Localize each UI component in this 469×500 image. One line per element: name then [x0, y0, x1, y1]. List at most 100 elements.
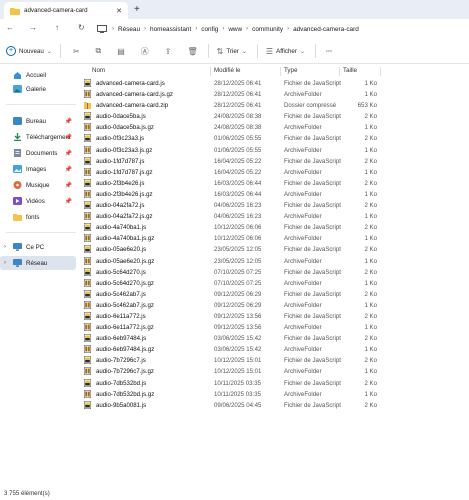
table-row[interactable]: audio-2f3b4e26.js 16/03/2025 06:44 Fichier…: [80, 178, 469, 189]
table-row[interactable]: audio-7b7296c7.js 10/12/2025 15:01 Fichier…: [80, 355, 469, 366]
file-name: audio-05ae6e20.js.gz: [96, 257, 155, 265]
column-resize-handle[interactable]: [280, 67, 281, 76]
javascript-file-icon: [84, 201, 91, 210]
table-row[interactable]: audio-7db532bd.js.gz 10/11/2025 03:35 Arch…: [80, 389, 469, 400]
breadcrumb-item-advanced-camera-card[interactable]: advanced-camera-card: [290, 26, 362, 33]
sidebar-item-videos[interactable]: Vidéos 📌: [0, 194, 76, 208]
sidebar-item-documents[interactable]: Documents 📌: [0, 146, 76, 160]
breadcrumb-item-community[interactable]: community: [249, 26, 286, 33]
column-header-type[interactable]: Type: [284, 67, 297, 74]
table-row[interactable]: audio-0dace5ba.js 24/08/2025 08:38 Fichier…: [80, 111, 469, 122]
table-row[interactable]: audio-2f3b4e26.js.gz 16/03/2025 06:44 Arch…: [80, 189, 469, 200]
column-resize-handle[interactable]: [380, 67, 381, 76]
table-row[interactable]: audio-05ae6e20.js 23/05/2025 12:05 Fichier…: [80, 244, 469, 255]
pin-icon[interactable]: 📌: [65, 166, 72, 173]
sidebar-item-accueil[interactable]: Accueil: [0, 68, 76, 82]
sort-button[interactable]: ⇅ Trier ⌄: [217, 47, 247, 56]
chevron-right-icon[interactable]: ›: [4, 260, 6, 266]
chevron-right-icon[interactable]: ›: [4, 244, 6, 250]
table-row[interactable]: audio-7b7296c7.js.gz 10/12/2025 15:01 Arch…: [80, 366, 469, 377]
sidebar-item-galerie[interactable]: Galerie: [0, 82, 76, 96]
documents-icon: [14, 149, 21, 157]
new-button[interactable]: + Nouveau ⌄: [6, 46, 52, 56]
table-row[interactable]: audio-6eb97484.js.gz 03/06/2025 15:42 Arch…: [80, 344, 469, 355]
copy-icon[interactable]: ⧉: [96, 46, 102, 56]
pin-icon[interactable]: 📌: [65, 198, 72, 205]
file-modified: 04/06/2025 16:23: [214, 213, 262, 221]
table-row[interactable]: audio-6e11a772.js 09/12/2025 13:56 Fichier…: [80, 311, 469, 322]
delete-icon[interactable]: 🗑: [188, 47, 198, 56]
table-row[interactable]: advanced-camera-card.zip 28/12/2025 06:41…: [80, 100, 469, 111]
column-header-size[interactable]: Taille: [343, 67, 357, 74]
archive-file-icon: [84, 167, 91, 176]
table-row[interactable]: audio-7db532bd.js 10/11/2025 03:35 Fichier…: [80, 378, 469, 389]
table-row[interactable]: advanced-camera-card.js.gz 28/12/2025 06:…: [80, 89, 469, 100]
table-row[interactable]: audio-5c462ab7.js 09/12/2025 06:29 Fichier…: [80, 289, 469, 300]
file-size: 2 Ko: [364, 135, 377, 143]
up-arrow-icon[interactable]: ↑: [55, 23, 59, 33]
file-name: advanced-camera-card.zip: [96, 102, 169, 110]
table-row[interactable]: audio-0dace5ba.js.gz 24/08/2025 08:38 Arch…: [80, 122, 469, 133]
file-type: Fichier de JavaScript: [284, 401, 341, 409]
column-header-modified[interactable]: Modifié le: [214, 67, 240, 74]
sidebar-item-ce-pc[interactable]: › Ce PC: [0, 240, 76, 254]
breadcrumb[interactable]: › Réseau › homeassistant › config › www …: [97, 22, 465, 36]
table-row[interactable]: audio-5c64d270.js.gz 07/10/2025 07:25 Arch…: [80, 278, 469, 289]
file-modified: 07/10/2025 07:25: [214, 268, 262, 276]
tab-advanced-camera-card[interactable]: advanced-camera-card ✕: [4, 2, 128, 19]
file-name: audio-0dace5ba.js: [96, 113, 146, 121]
sidebar-item-musique[interactable]: Musique 📌: [0, 178, 76, 192]
table-row[interactable]: audio-0f3c23a3.js.gz 01/06/2025 05:55 Arch…: [80, 145, 469, 156]
sidebar-item-reseau[interactable]: › Réseau: [0, 256, 76, 270]
share-icon[interactable]: ⇪: [165, 47, 172, 56]
table-row[interactable]: audio-0f3c23a3.js 01/06/2025 05:55 Fichier…: [80, 133, 469, 144]
pin-icon[interactable]: 📌: [65, 134, 72, 141]
new-tab-button[interactable]: +: [134, 3, 140, 16]
sidebar-item-fonts[interactable]: fonts: [0, 210, 76, 224]
table-row[interactable]: audio-4a740ba1.js 10/12/2025 06:06 Fichier…: [80, 222, 469, 233]
column-resize-handle[interactable]: [339, 67, 340, 76]
rename-icon[interactable]: Ⓐ: [141, 46, 149, 57]
table-row[interactable]: audio-04a2fa72.js 04/06/2025 16:23 Fichier…: [80, 200, 469, 211]
breadcrumb-item-www[interactable]: www: [225, 26, 245, 33]
file-size: 1 Ko: [364, 390, 377, 398]
close-tab-icon[interactable]: ✕: [116, 7, 122, 15]
column-header-name[interactable]: Nom: [92, 67, 105, 74]
refresh-icon[interactable]: ↻: [78, 23, 85, 33]
table-row[interactable]: audio-6eb97484.js 03/06/2025 15:42 Fichier…: [80, 333, 469, 344]
table-row[interactable]: audio-04a2fa72.js.gz 04/06/2025 16:23 Arch…: [80, 211, 469, 222]
table-row[interactable]: audio-5c462ab7.js.gz 09/12/2025 06:29 Arch…: [80, 300, 469, 311]
table-row[interactable]: audio-1fd7d787.js 16/04/2025 05:22 Fichier…: [80, 156, 469, 167]
table-row[interactable]: audio-4a740ba1.js.gz 10/12/2025 06:06 Arch…: [80, 233, 469, 244]
more-options-button[interactable]: ···: [326, 48, 332, 55]
table-row[interactable]: audio-9b5a0081.js 09/06/2025 04:45 Fichier…: [80, 400, 469, 411]
breadcrumb-item-config[interactable]: config: [198, 26, 221, 33]
sidebar-item-bureau[interactable]: Bureau 📌: [0, 114, 76, 128]
breadcrumb-item-homeassistant[interactable]: homeassistant: [147, 26, 194, 33]
back-arrow-icon[interactable]: ←: [6, 23, 14, 33]
sort-button-label: Trier: [226, 47, 239, 55]
breadcrumb-item-reseau[interactable]: Réseau: [115, 26, 143, 33]
forward-arrow-icon[interactable]: →: [29, 23, 37, 33]
view-button[interactable]: ☰ Afficher ⌄: [266, 47, 305, 56]
table-row[interactable]: advanced-camera-card.js 28/12/2025 06:41 F…: [80, 78, 469, 89]
paste-icon[interactable]: ▤: [117, 47, 125, 56]
file-modified: 16/04/2025 05:22: [214, 157, 262, 165]
status-bar: 3 755 élément(s): [0, 488, 469, 500]
file-size: 1 Ko: [364, 190, 377, 198]
file-type: ArchiveFolder: [284, 235, 322, 243]
pin-icon[interactable]: 📌: [65, 150, 72, 157]
table-row[interactable]: audio-6e11a772.js.gz 09/12/2025 13:56 Arch…: [80, 322, 469, 333]
sidebar-item-telechargement[interactable]: Téléchargement 📌: [0, 130, 76, 144]
sidebar-item-images[interactable]: Images 📌: [0, 162, 76, 176]
pin-icon[interactable]: 📌: [65, 182, 72, 189]
file-modified: 16/04/2025 05:22: [214, 168, 262, 176]
table-row[interactable]: audio-05ae6e20.js.gz 23/05/2025 12:05 Arch…: [80, 256, 469, 267]
cut-icon[interactable]: ✂: [73, 47, 80, 56]
table-row[interactable]: audio-1fd7d787.js.gz 16/04/2025 05:22 Arch…: [80, 167, 469, 178]
file-modified: 01/06/2025 05:55: [214, 135, 262, 143]
column-resize-handle[interactable]: [210, 67, 211, 76]
file-type: Fichier de JavaScript: [284, 379, 341, 387]
pin-icon[interactable]: 📌: [65, 118, 72, 125]
table-row[interactable]: audio-5c64d270.js 07/10/2025 07:25 Fichier…: [80, 267, 469, 278]
